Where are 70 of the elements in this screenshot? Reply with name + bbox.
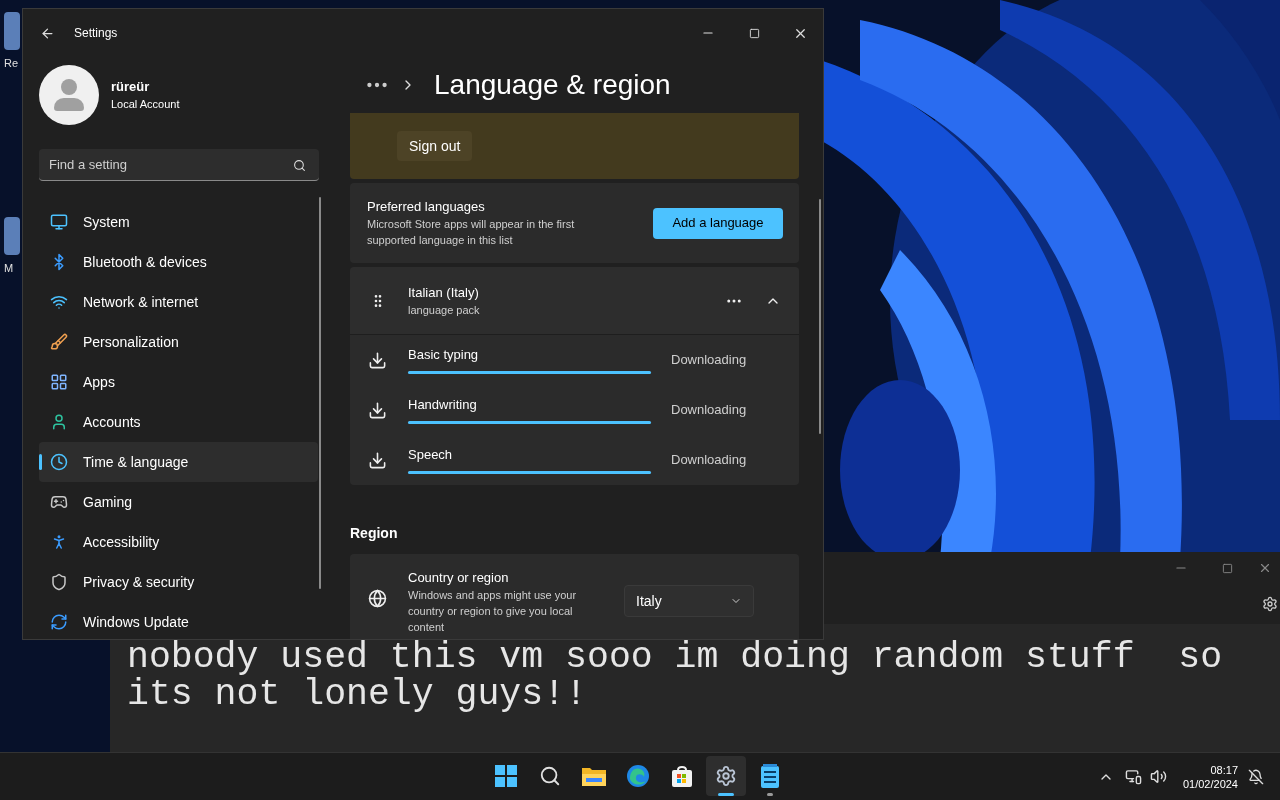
nav-item[interactable]: Accessibility <box>39 522 318 562</box>
account-name: rüreür <box>111 78 151 96</box>
feature-name: Handwriting <box>408 396 478 414</box>
language-row[interactable]: Italian (Italy) language pack <box>350 267 799 335</box>
search-field[interactable]: Find a setting <box>39 149 319 181</box>
feature-name: Basic typing <box>408 346 480 364</box>
language-name: Italian (Italy) <box>408 283 480 302</box>
nav-item[interactable]: Privacy & security <box>39 562 318 602</box>
volume-icon[interactable] <box>1149 768 1167 785</box>
search-icon <box>293 159 306 172</box>
nav-item[interactable]: Personalization <box>39 322 318 362</box>
clock-icon <box>50 453 68 471</box>
monitor-icon <box>50 213 68 231</box>
feature-status: Downloading <box>671 451 747 470</box>
desktop-icon-label[interactable]: Re <box>4 56 19 70</box>
feature-name: Speech <box>408 446 454 464</box>
clock-date[interactable]: 01/02/2024 <box>1182 776 1238 791</box>
update-icon <box>50 613 68 631</box>
section-heading: Region <box>350 524 399 543</box>
windows-logo-icon <box>495 765 517 787</box>
gear-icon <box>715 765 737 787</box>
account-type: Local Account <box>111 97 180 112</box>
search-icon <box>539 765 561 787</box>
nav-item[interactable]: Windows Update <box>39 602 318 639</box>
nav-item[interactable]: Bluetooth & devices <box>39 242 318 282</box>
text-line: nobody used this vm sooo im doing random stuff so <box>127 639 1224 676</box>
globe-icon <box>368 589 387 608</box>
download-icon <box>368 350 387 370</box>
setting-title: Country or region <box>408 569 510 587</box>
back-icon <box>39 25 55 41</box>
add-language-button[interactable]: Add a language <box>653 207 783 239</box>
nav-item[interactable]: Gaming <box>39 482 318 522</box>
nav-item[interactable]: Apps <box>39 362 318 402</box>
country-dropdown[interactable]: Italy <box>624 585 754 617</box>
taskbar-app-button[interactable] <box>706 756 746 796</box>
user-icon <box>50 413 68 431</box>
desktop-icon-label[interactable]: M <box>4 261 14 275</box>
maximize-icon <box>748 27 760 39</box>
settings-icon[interactable] <box>1262 596 1278 612</box>
notification-icon[interactable] <box>1248 768 1264 785</box>
setting-description: Windows and apps might use your country or region to give you local content <box>408 588 578 635</box>
page-title: Language & region <box>434 68 671 102</box>
folder-icon <box>582 766 606 786</box>
close-icon <box>1258 561 1272 575</box>
nav-item[interactable]: System <box>39 202 318 242</box>
browser-icon <box>627 765 649 787</box>
text-line: its not lonely guys!! <box>127 676 588 713</box>
brush-icon <box>50 333 68 351</box>
clock-time[interactable]: 08:17 <box>1210 762 1238 777</box>
store-bag-icon <box>671 765 693 787</box>
apps-icon <box>50 373 68 391</box>
notepad-icon <box>761 764 779 788</box>
feature-status: Downloading <box>671 401 747 420</box>
download-icon <box>368 400 387 420</box>
language-detail: language pack <box>408 302 480 318</box>
card-title: Preferred languages <box>367 198 486 216</box>
nav-item[interactable]: Accounts <box>39 402 318 442</box>
shield-icon <box>50 573 68 591</box>
nav-item[interactable]: Network & internet <box>39 282 318 322</box>
sign-out-button[interactable]: Sign out <box>397 131 473 161</box>
window-title: Settings <box>74 25 118 41</box>
maximize-icon <box>1221 562 1233 574</box>
feature-status: Downloading <box>671 351 747 370</box>
card-description: Microsoft Store apps will appear in the first supported language in this list <box>367 217 576 248</box>
download-icon <box>368 450 387 470</box>
avatar <box>39 65 99 125</box>
wifi-icon <box>50 293 68 311</box>
nav-item[interactable]: Time & language <box>39 442 318 482</box>
gamepad-icon <box>50 493 68 511</box>
network-icon[interactable] <box>1124 768 1142 785</box>
